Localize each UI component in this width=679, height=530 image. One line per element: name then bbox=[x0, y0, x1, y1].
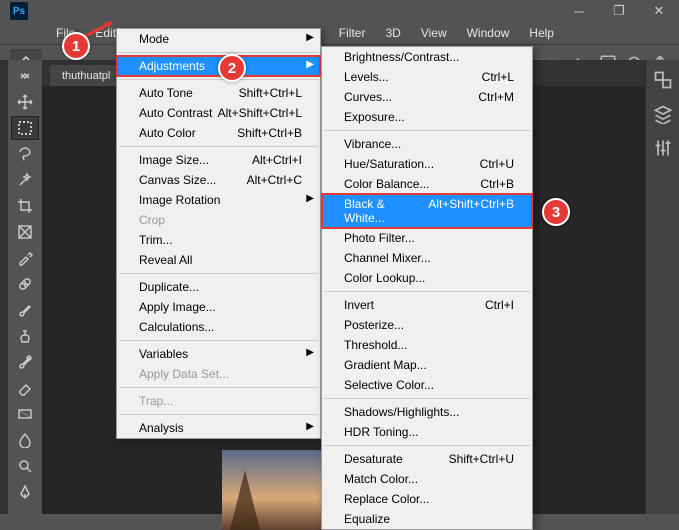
menu-variables[interactable]: Variables▶ bbox=[117, 344, 320, 364]
adj-exposure[interactable]: Exposure... bbox=[322, 107, 532, 127]
menu-mode[interactable]: Mode▶ bbox=[117, 29, 320, 49]
adj-photo-filter[interactable]: Photo Filter... bbox=[322, 228, 532, 248]
tool-lasso[interactable] bbox=[11, 142, 39, 166]
tool-eyedropper[interactable] bbox=[11, 246, 39, 270]
panel-adjustments-icon[interactable] bbox=[653, 138, 673, 158]
menu-trim[interactable]: Trim... bbox=[117, 230, 320, 250]
tool-history-brush[interactable] bbox=[11, 350, 39, 374]
tool-magic-wand[interactable] bbox=[11, 168, 39, 192]
tool-gradient[interactable] bbox=[11, 402, 39, 426]
menu-auto-tone[interactable]: Auto ToneShift+Ctrl+L bbox=[117, 83, 320, 103]
menu-filter[interactable]: Filter bbox=[329, 23, 376, 43]
adj-channel-mixer[interactable]: Channel Mixer... bbox=[322, 248, 532, 268]
tool-toggle[interactable] bbox=[11, 64, 39, 88]
menu-analysis[interactable]: Analysis▶ bbox=[117, 418, 320, 438]
panel-color-icon[interactable] bbox=[653, 70, 673, 90]
adj-invert[interactable]: InvertCtrl+I bbox=[322, 295, 532, 315]
adj-replace-color[interactable]: Replace Color... bbox=[322, 489, 532, 509]
tool-crop[interactable] bbox=[11, 194, 39, 218]
window-restore[interactable]: ❐ bbox=[599, 0, 639, 22]
adj-threshold[interactable]: Threshold... bbox=[322, 335, 532, 355]
tool-healing[interactable] bbox=[11, 272, 39, 296]
menu-window[interactable]: Window bbox=[457, 23, 520, 43]
callout-3: 3 bbox=[542, 198, 570, 226]
document-tab[interactable]: thuthuatpl bbox=[50, 65, 122, 86]
adj-equalize[interactable]: Equalize bbox=[322, 509, 532, 529]
adj-brightness[interactable]: Brightness/Contrast... bbox=[322, 47, 532, 67]
adj-desaturate[interactable]: DesaturateShift+Ctrl+U bbox=[322, 449, 532, 469]
tool-pen[interactable] bbox=[11, 480, 39, 504]
window-close[interactable]: ✕ bbox=[639, 0, 679, 22]
tool-brush[interactable] bbox=[11, 298, 39, 322]
menu-crop: Crop bbox=[117, 210, 320, 230]
callout-2: 2 bbox=[218, 54, 246, 82]
tool-frame[interactable] bbox=[11, 220, 39, 244]
right-panel-dock bbox=[645, 60, 679, 514]
toolbox bbox=[8, 60, 42, 514]
menu-help[interactable]: Help bbox=[519, 23, 564, 43]
adj-vibrance[interactable]: Vibrance... bbox=[322, 134, 532, 154]
menu-3d[interactable]: 3D bbox=[375, 23, 410, 43]
adj-black-white[interactable]: Black & White...Alt+Shift+Ctrl+B bbox=[322, 194, 532, 228]
tool-blur[interactable] bbox=[11, 428, 39, 452]
adj-hdr[interactable]: HDR Toning... bbox=[322, 422, 532, 442]
tool-marquee[interactable] bbox=[11, 116, 39, 140]
window-minimize[interactable]: ─ bbox=[559, 0, 599, 22]
left-gutter bbox=[0, 60, 8, 514]
adjustments-submenu: Brightness/Contrast... Levels...Ctrl+L C… bbox=[321, 46, 533, 530]
menu-calculations[interactable]: Calculations... bbox=[117, 317, 320, 337]
menu-view[interactable]: View bbox=[411, 23, 457, 43]
adj-curves[interactable]: Curves...Ctrl+M bbox=[322, 87, 532, 107]
menu-reveal-all[interactable]: Reveal All bbox=[117, 250, 320, 270]
tool-move[interactable] bbox=[11, 90, 39, 114]
adj-shadows[interactable]: Shadows/Highlights... bbox=[322, 402, 532, 422]
menu-canvas-size[interactable]: Canvas Size...Alt+Ctrl+C bbox=[117, 170, 320, 190]
menu-image-size[interactable]: Image Size...Alt+Ctrl+I bbox=[117, 150, 320, 170]
tool-clone[interactable] bbox=[11, 324, 39, 348]
menu-trap: Trap... bbox=[117, 391, 320, 411]
adj-match-color[interactable]: Match Color... bbox=[322, 469, 532, 489]
app-logo: Ps bbox=[10, 2, 28, 20]
adj-hue[interactable]: Hue/Saturation...Ctrl+U bbox=[322, 154, 532, 174]
adj-color-lookup[interactable]: Color Lookup... bbox=[322, 268, 532, 288]
adj-color-balance[interactable]: Color Balance...Ctrl+B bbox=[322, 174, 532, 194]
menu-auto-color[interactable]: Auto ColorShift+Ctrl+B bbox=[117, 123, 320, 143]
tool-dodge[interactable] bbox=[11, 454, 39, 478]
panel-layers-icon[interactable] bbox=[653, 104, 673, 124]
menu-auto-contrast[interactable]: Auto ContrastAlt+Shift+Ctrl+L bbox=[117, 103, 320, 123]
adj-selective[interactable]: Selective Color... bbox=[322, 375, 532, 395]
adj-gradient-map[interactable]: Gradient Map... bbox=[322, 355, 532, 375]
tool-eraser[interactable] bbox=[11, 376, 39, 400]
menu-apply-image[interactable]: Apply Image... bbox=[117, 297, 320, 317]
menu-image-rotation[interactable]: Image Rotation▶ bbox=[117, 190, 320, 210]
menu-duplicate[interactable]: Duplicate... bbox=[117, 277, 320, 297]
adj-levels[interactable]: Levels...Ctrl+L bbox=[322, 67, 532, 87]
callout-1: 1 bbox=[62, 32, 90, 60]
menu-apply-data-set: Apply Data Set... bbox=[117, 364, 320, 384]
image-menu-dropdown: Mode▶ Adjustments▶ Auto ToneShift+Ctrl+L… bbox=[116, 28, 321, 439]
adj-posterize[interactable]: Posterize... bbox=[322, 315, 532, 335]
